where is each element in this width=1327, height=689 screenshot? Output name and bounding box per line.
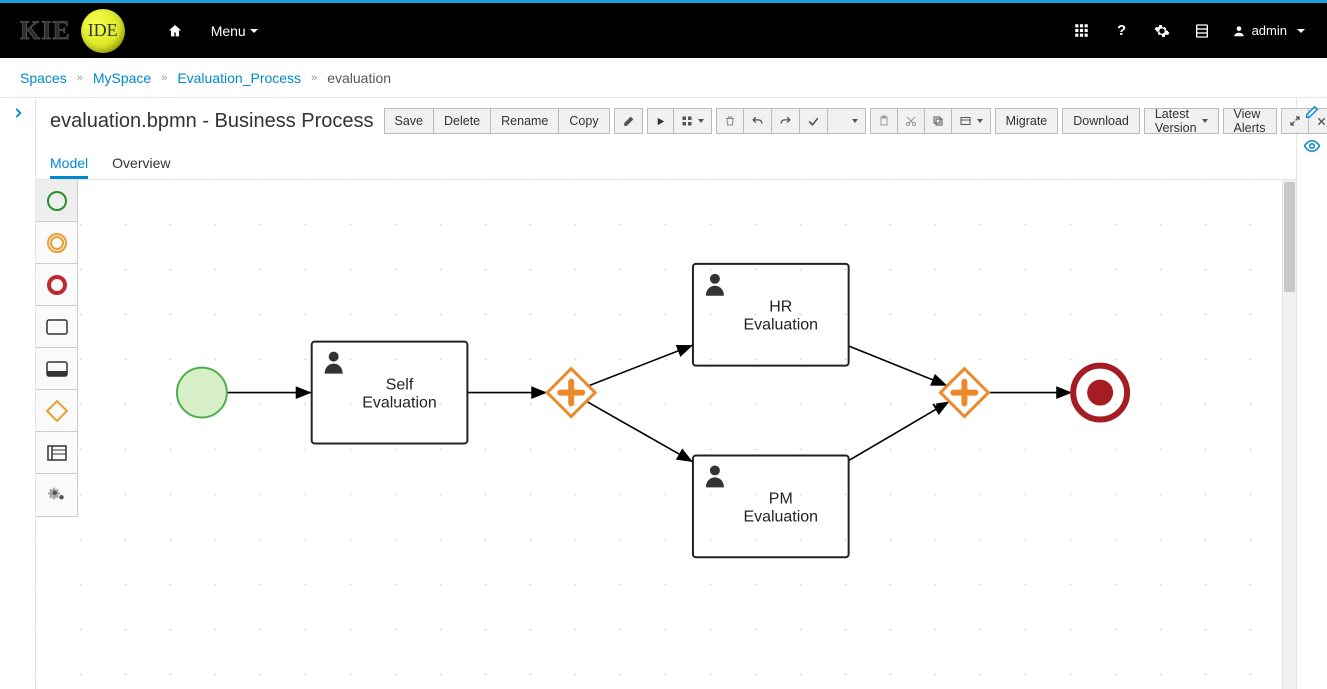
- palette-gateway[interactable]: [36, 390, 77, 432]
- scissors-icon: [905, 115, 917, 127]
- user-name-label: admin: [1252, 23, 1287, 38]
- view-alerts-button[interactable]: View Alerts: [1223, 108, 1277, 134]
- intermediate-event-icon: [46, 232, 68, 254]
- palette-lane[interactable]: [36, 432, 77, 474]
- download-button[interactable]: Download: [1062, 108, 1140, 134]
- layout-dropdown-button[interactable]: [952, 108, 991, 134]
- gateway-icon: [46, 400, 68, 422]
- copy-icon-button[interactable]: [925, 108, 952, 134]
- grid-icon: [1074, 23, 1089, 38]
- clipboard-icon: [878, 115, 890, 127]
- home-icon: [167, 23, 183, 39]
- palette-settings[interactable]: [36, 474, 77, 516]
- grid-toggle-button[interactable]: [674, 108, 712, 134]
- paste-button[interactable]: [870, 108, 898, 134]
- redo-icon: [779, 115, 792, 128]
- tab-model[interactable]: Model: [50, 155, 88, 179]
- edit-icon: [1304, 104, 1320, 120]
- eraser-icon: [622, 115, 635, 128]
- editor-toolbar: Save Delete Rename Copy: [384, 108, 1327, 134]
- preview-toggle[interactable]: [1303, 137, 1321, 158]
- breadcrumb-sep: »: [161, 72, 167, 84]
- menu-nav-dropdown[interactable]: Menu: [197, 3, 272, 58]
- chevron-down-icon: [977, 119, 983, 123]
- eye-icon: [1303, 137, 1321, 155]
- chevron-down-icon: [250, 29, 258, 33]
- editor-title: evaluation.bpmn - Business Process: [50, 110, 374, 133]
- play-icon: [655, 116, 666, 127]
- palette-subprocess[interactable]: [36, 348, 77, 390]
- trash-icon: [724, 115, 736, 127]
- tab-overview[interactable]: Overview: [112, 155, 170, 179]
- task-icon: [46, 319, 68, 335]
- server-icon: [1194, 23, 1210, 39]
- layout-icon: [959, 115, 972, 127]
- chevron-down-icon: [852, 119, 858, 123]
- validate-button[interactable]: [800, 108, 828, 134]
- delete-button[interactable]: Delete: [434, 108, 491, 134]
- undo-button[interactable]: [744, 108, 772, 134]
- brand-kie-text: KIE: [20, 16, 71, 46]
- check-icon: [807, 115, 820, 128]
- brand-logo[interactable]: KIE IDE: [20, 9, 125, 53]
- palette-intermediate-event[interactable]: [36, 222, 77, 264]
- breadcrumb: Spaces » MySpace » Evaluation_Process » …: [0, 58, 1327, 98]
- canvas-grid: [36, 180, 1296, 689]
- latest-version-label: Latest Version: [1155, 107, 1197, 135]
- apps-button[interactable]: [1062, 3, 1102, 58]
- chevron-down-icon: [1202, 119, 1208, 123]
- canvas-scrollbar[interactable]: [1282, 180, 1296, 689]
- bpmn-palette: [36, 180, 78, 517]
- palette-start-event[interactable]: [36, 180, 77, 222]
- trash-button[interactable]: [716, 108, 744, 134]
- migrate-button[interactable]: Migrate: [995, 108, 1059, 134]
- right-rail: [1297, 98, 1327, 689]
- download-dropdown-button[interactable]: [828, 108, 866, 134]
- copy-icon: [932, 115, 944, 127]
- user-menu[interactable]: admin: [1222, 3, 1315, 58]
- breadcrumb-sep: »: [77, 72, 83, 84]
- breadcrumb-project[interactable]: Evaluation_Process: [177, 70, 301, 86]
- gears-icon: [48, 486, 66, 504]
- project-explorer-toggle[interactable]: [0, 98, 36, 689]
- rename-button[interactable]: Rename: [491, 108, 559, 134]
- download-small-icon: [835, 115, 847, 127]
- properties-toggle[interactable]: [1304, 104, 1320, 123]
- chevron-down-icon: [698, 119, 704, 123]
- eraser-button[interactable]: [614, 108, 643, 134]
- editor-tabs: Model Overview: [36, 144, 1296, 180]
- breadcrumb-myspace[interactable]: MySpace: [93, 70, 151, 86]
- lane-icon: [47, 445, 67, 461]
- servers-button[interactable]: [1182, 3, 1222, 58]
- undo-icon: [751, 115, 764, 128]
- settings-button[interactable]: [1142, 3, 1182, 58]
- latest-version-dropdown[interactable]: Latest Version: [1144, 108, 1219, 134]
- bpmn-canvas[interactable]: SelfEvaluationHREvaluationPMEvaluation: [36, 180, 1296, 689]
- breadcrumb-spaces[interactable]: Spaces: [20, 70, 67, 86]
- grid-small-icon: [681, 115, 693, 127]
- cut-button[interactable]: [898, 108, 925, 134]
- help-button[interactable]: ?: [1102, 3, 1142, 58]
- chevron-down-icon: [1297, 29, 1305, 33]
- palette-task[interactable]: [36, 306, 77, 348]
- chevron-right-icon: [11, 106, 25, 120]
- start-event-icon: [46, 190, 68, 212]
- user-icon: [1232, 24, 1246, 38]
- copy-button[interactable]: Copy: [559, 108, 609, 134]
- subprocess-icon: [46, 361, 68, 377]
- play-button[interactable]: [647, 108, 674, 134]
- breadcrumb-sep: »: [311, 72, 317, 84]
- end-event-icon: [46, 274, 68, 296]
- question-icon: ?: [1117, 22, 1126, 39]
- menu-label: Menu: [211, 23, 246, 39]
- redo-button[interactable]: [772, 108, 800, 134]
- breadcrumb-asset: evaluation: [327, 70, 391, 86]
- home-nav-button[interactable]: [153, 3, 197, 58]
- save-button[interactable]: Save: [384, 108, 435, 134]
- main-navbar: KIE IDE Menu ? admin: [0, 3, 1327, 58]
- gear-icon: [1154, 23, 1170, 39]
- palette-end-event[interactable]: [36, 264, 77, 306]
- brand-ide-badge: IDE: [81, 9, 125, 53]
- scrollbar-thumb[interactable]: [1284, 182, 1295, 292]
